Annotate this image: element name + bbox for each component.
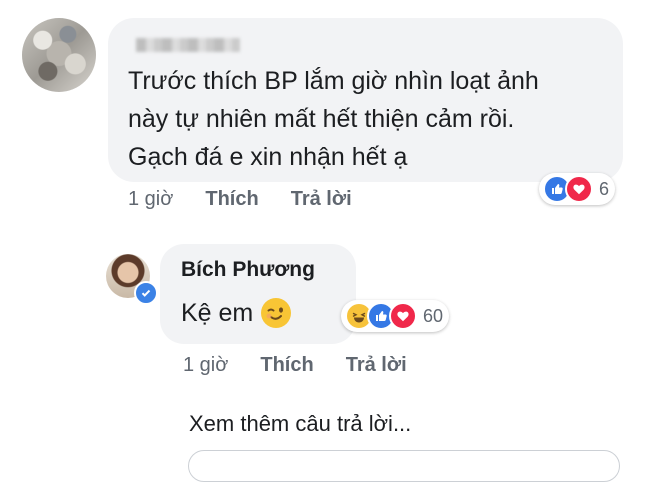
reply-time[interactable]: 1 giờ [183,354,228,377]
reply-actions: 1 giờ Thích Trả lời [183,354,407,377]
like-link[interactable]: Thích [260,354,313,377]
commenter-avatar[interactable] [22,18,96,92]
comment-time[interactable]: 1 giờ [128,188,173,211]
verified-badge-icon [134,281,158,305]
comment-actions: 1 giờ Thích Trả lời [128,188,352,211]
reply-reactions[interactable]: 60 [341,300,450,332]
love-icon [565,175,593,203]
reaction-count: 6 [599,178,610,199]
comment-line: Trước thích BP lắm giờ nhìn loạt ảnh [128,67,539,95]
reply-author[interactable]: Bích Phương [181,258,315,282]
reply-input-box[interactable] [188,450,620,482]
reply-link[interactable]: Trả lời [291,188,352,211]
wink-emoji-icon [261,298,292,328]
view-more-replies-link[interactable]: Xem thêm câu trả lời... [189,411,411,437]
reply-message: Kệ em [181,298,254,327]
reaction-count: 60 [423,305,444,326]
comment-line: Gạch đá e xin nhận hết ạ [128,143,408,171]
reply-link[interactable]: Trả lời [346,354,407,377]
like-link[interactable]: Thích [205,188,258,211]
reply-text: Kệ em [181,298,292,328]
comment-text: Trước thích BP lắm giờ nhìn loạt ảnh này… [128,62,608,176]
love-icon [389,302,417,330]
blurred-commenter-name [136,38,240,52]
comment-reactions[interactable]: 6 [539,173,616,205]
comment-line: này tự nhiên mất hết thiện cảm rồi. [128,105,515,133]
